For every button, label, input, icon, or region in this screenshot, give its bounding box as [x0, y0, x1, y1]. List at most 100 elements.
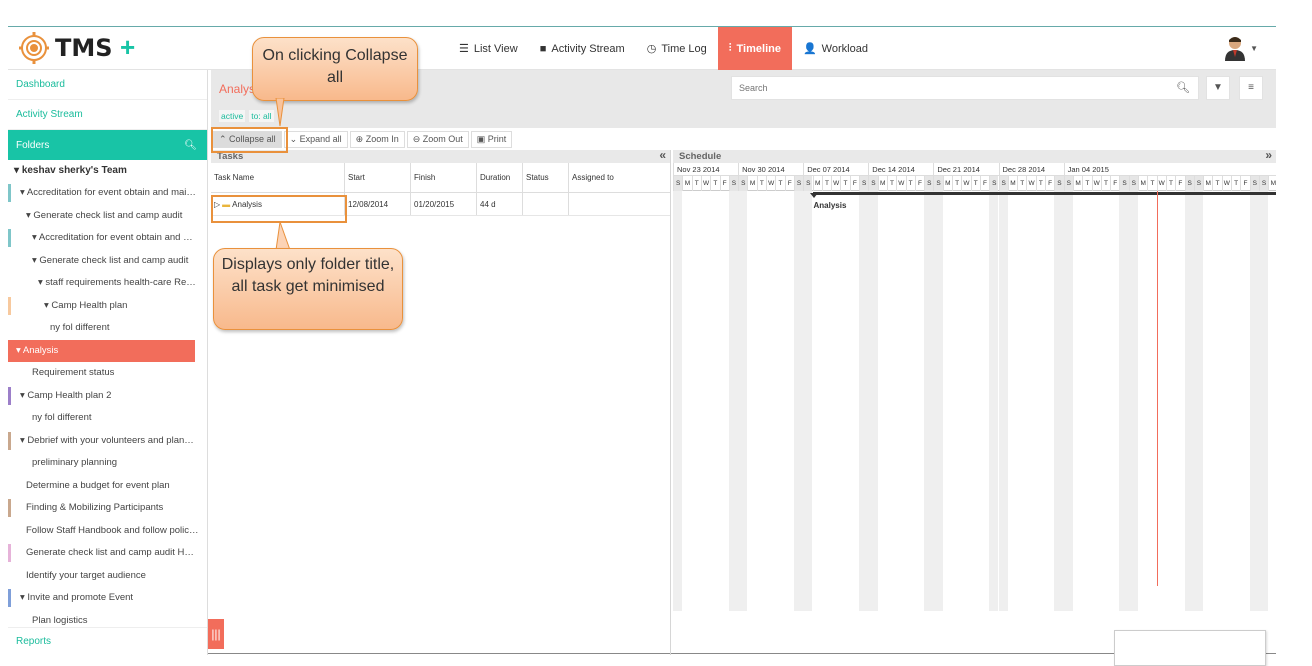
finish-cell[interactable]: 01/20/2015 — [411, 193, 477, 215]
folder-label: staff requirements health-care Responsib… — [45, 277, 207, 288]
day-label: W — [1091, 176, 1101, 191]
folder-label: Determine a budget for event plan — [26, 479, 170, 491]
main-panel: Analysis active to: all 🔍︎ ▼ ≡ ⌃ Collaps… — [211, 70, 1276, 655]
avatar — [1225, 37, 1246, 61]
sidebar-folder-item[interactable]: ▾ Invite and promote Event — [8, 587, 207, 610]
folder-label: Follow Staff Handbook and follow policie… — [26, 524, 202, 536]
sidebar-folder-item[interactable]: preliminary planning — [8, 452, 207, 475]
day-label: T — [1231, 176, 1240, 191]
folder-label: ny fol different — [32, 412, 92, 423]
sidebar-reports[interactable]: Reports — [8, 627, 207, 655]
search-box: 🔍︎ — [731, 76, 1199, 100]
sidebar-folder-item[interactable]: ▾ Camp Health plan 2 — [8, 385, 207, 408]
nav-workload[interactable]: 👤 Workload — [792, 27, 879, 70]
day-label: S — [1193, 176, 1204, 191]
sidebar-folder-item[interactable]: ▾ staff requirements health-care Respons… — [8, 272, 207, 295]
gantt-summary-bar[interactable] — [812, 192, 1276, 195]
day-label: S — [859, 176, 869, 191]
sidebar-folder-item[interactable]: Generate check list and camp audit Healt… — [8, 542, 207, 565]
day-label: T — [952, 176, 961, 191]
search-icon[interactable]: 🔍︎ — [1176, 81, 1190, 94]
today-marker — [1156, 191, 1158, 586]
zoom-in-icon: ⊕ — [355, 133, 366, 144]
user-menu[interactable]: ▼ — [1224, 35, 1258, 61]
team-name[interactable]: ▾ keshav sherky's Team — [8, 160, 207, 182]
day-label: F — [914, 176, 924, 191]
duration-cell[interactable]: 44 d — [477, 193, 523, 215]
col-start[interactable]: Start — [345, 163, 411, 192]
sidebar-folder-item[interactable]: ▾ Analysis — [8, 339, 195, 362]
zoom-out-button[interactable]: ⊖ Zoom Out — [406, 130, 469, 148]
search-icon[interactable]: 🔍︎ — [184, 140, 197, 151]
sidebar-folder-item[interactable]: Determine a budget for event plan — [8, 475, 207, 498]
day-label: T — [1100, 176, 1110, 191]
zoom-in-button[interactable]: ⊕ Zoom In — [349, 130, 405, 148]
list-icon: ☰ — [459, 43, 469, 55]
day-label: M — [1203, 176, 1212, 191]
expand-all-button[interactable]: ⌄ Expand all — [283, 130, 348, 148]
print-button[interactable]: ▣ Print — [470, 130, 513, 148]
day-label: T — [1147, 176, 1156, 191]
app-name: TMS — [55, 34, 113, 62]
week-scale: Nov 23 2014 Nov 30 2014 Dec 07 2014 Dec 14 … — [673, 163, 1276, 176]
col-finish[interactable]: Finish — [411, 163, 477, 192]
folder-label: Camp Health plan — [51, 299, 128, 311]
start-cell[interactable]: 12/08/2014 — [345, 193, 411, 215]
callout-top: On clicking Collapse all — [252, 37, 418, 101]
filter-chips: active to: all — [219, 110, 274, 122]
filter-button[interactable]: ▼ — [1206, 76, 1230, 100]
sidebar-folder-item[interactable]: ▾ Generate check list and camp audit — [8, 250, 207, 273]
day-label: M — [812, 176, 822, 191]
sidebar-folders-header[interactable]: Folders 🔍︎ — [8, 130, 207, 160]
weekend-column — [738, 191, 748, 611]
filter-chip-status[interactable]: active — [219, 110, 246, 122]
sidebar-folder-item[interactable]: ny fol different — [8, 407, 207, 430]
day-label: S — [1249, 176, 1259, 191]
assigned-cell[interactable] — [569, 193, 669, 215]
col-task-name[interactable]: Task Name — [211, 163, 345, 192]
day-label: S — [1258, 176, 1269, 191]
search-input[interactable] — [732, 77, 1152, 99]
add-plus-icon[interactable]: + — [120, 32, 135, 63]
caret-down-icon[interactable]: ▾ — [32, 232, 39, 243]
nav-time-log[interactable]: ◷ Time Log — [636, 27, 718, 70]
sidebar-folder-item[interactable]: Identify your target audience — [8, 565, 207, 588]
sidebar-dashboard[interactable]: Dashboard — [8, 70, 207, 100]
user-icon: 👤 — [802, 43, 817, 55]
callout-text: Displays only folder title, all task get… — [221, 256, 395, 295]
col-status[interactable]: Status — [523, 163, 569, 192]
day-label: T — [756, 176, 766, 191]
chevron-down-icon: ▼ — [1250, 43, 1258, 53]
sidebar-folder-item[interactable]: ▾ Camp Health plan — [8, 295, 207, 318]
nav-timeline[interactable]: ⫶ Timeline — [717, 27, 792, 70]
sidebar-folder-item[interactable]: ny fol different — [8, 317, 207, 340]
schedule-header: Schedule » — [673, 150, 1276, 163]
col-duration[interactable]: Duration — [477, 163, 523, 192]
caret-down-icon[interactable]: ▾ — [16, 345, 23, 356]
sidebar-folder-item[interactable]: ▾ Accreditation for event obtain and mai… — [8, 182, 207, 205]
sidebar-folder-item[interactable]: ▾ Debrief with your volunteers and plann… — [8, 430, 207, 453]
app-logo[interactable]: TMS — [16, 32, 113, 64]
collapse-panel-icon[interactable]: « — [659, 149, 666, 162]
sidebar-folder-item[interactable]: ▾ Generate check list and camp audit — [8, 205, 207, 228]
nav-list-view[interactable]: ☰ List View — [448, 27, 529, 70]
sidebar-activity-stream[interactable]: Activity Stream — [8, 100, 207, 130]
sidebar-folder-item[interactable]: ▾ Accreditation for event obtain and mai… — [8, 227, 207, 250]
sidebar-folder-item[interactable]: Requirement status — [8, 362, 207, 385]
week-label: Nov 30 2014 — [738, 163, 803, 176]
day-label: T — [905, 176, 915, 191]
sidebar-folder-item[interactable]: Follow Staff Handbook and follow policie… — [8, 520, 207, 543]
weekend-column — [989, 191, 999, 611]
menu-button[interactable]: ≡ — [1239, 76, 1263, 100]
expand-panel-icon[interactable]: » — [1265, 150, 1272, 162]
folder-label: Plan logistics — [32, 614, 88, 626]
col-assigned-to[interactable]: Assigned to — [569, 163, 669, 192]
status-cell[interactable] — [523, 193, 569, 215]
weekend-column — [933, 191, 943, 611]
gantt-chart: Schedule » Nov 23 2014 Nov 30 2014 Dec 07 2… — [673, 150, 1276, 655]
caret-down-icon[interactable]: ▾ — [20, 187, 27, 198]
day-label: F — [979, 176, 989, 191]
sidebar-folder-item[interactable]: Finding & Mobilizing Participants — [8, 497, 207, 520]
nav-activity-stream[interactable]: ■ Activity Stream — [529, 27, 636, 70]
status-box — [1114, 630, 1266, 666]
